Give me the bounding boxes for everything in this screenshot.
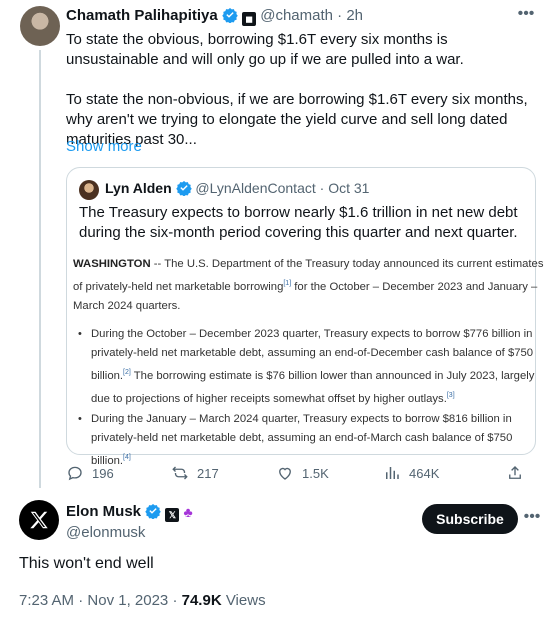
doc-intro-line-2: of privately-held net marketable borrowi…	[73, 280, 284, 293]
grok-icon: ♣	[183, 504, 193, 520]
avatar-chamath[interactable]	[20, 6, 60, 46]
views-button[interactable]: 464K	[383, 464, 439, 482]
thread-connector-line	[39, 50, 41, 488]
tweet2-meta: 7:23 AM · Nov 1, 2023 · 74.9K Views	[19, 592, 266, 609]
bullet-1-line-2: privately-held net marketable debt, assu…	[91, 346, 534, 359]
views-label: Views	[225, 592, 266, 609]
reply-button[interactable]: 196	[66, 464, 114, 482]
quote-text: The Treasury expects to borrow nearly $1…	[79, 204, 518, 241]
press-release-image: WASHINGTON -- The U.S. Department of the…	[73, 255, 543, 471]
tweet-body: To state the obvious, borrowing $1.6T ev…	[66, 30, 532, 150]
footnote-ref-3: [3]	[446, 391, 455, 399]
repost-count: 217	[197, 465, 219, 481]
doc-bullet-2: • During the January – March 2024 quarte…	[73, 410, 531, 471]
tweet-paragraph-1: To state the obvious, borrowing $1.6T ev…	[66, 31, 464, 68]
footnote-ref-4: [4]	[123, 454, 131, 462]
bullet-1-line-3a: billion.	[91, 369, 124, 382]
bullet-marker: •	[78, 327, 82, 340]
quote-author-handle: @LynAldenContact	[195, 180, 316, 196]
doc-intro-line-2-end: for the October – December 2023 and Janu…	[291, 280, 538, 293]
share-button[interactable]	[506, 464, 524, 482]
like-button[interactable]: 1.5K	[276, 464, 329, 482]
footnote-ref-1: [1]	[283, 280, 292, 287]
avatar-lyn-alden	[79, 180, 99, 200]
tweet-date[interactable]: Nov 1, 2023	[87, 592, 168, 609]
avatar-elon-musk[interactable]	[19, 500, 59, 540]
verified-badge-icon	[222, 8, 238, 23]
bullet-1-line-4: due to projections of higher receipts so…	[91, 392, 447, 405]
bullet-2-line-1: During the January – March 2024 quarter,…	[91, 413, 512, 426]
bullet-marker: •	[78, 413, 82, 426]
tweet2-text: This won't end well	[19, 555, 154, 572]
show-more-link[interactable]: Show more	[66, 138, 142, 155]
bullet-2-line-2: privately-held net marketable debt, assu…	[91, 432, 513, 445]
more-icon[interactable]: •••	[520, 508, 544, 528]
quoted-tweet-card[interactable]: Lyn Alden @LynAldenContact · Oct 31 The …	[66, 167, 543, 467]
author-name[interactable]: Elon Musk	[66, 503, 141, 520]
footnote-ref-2: [2]	[123, 368, 131, 376]
affiliate-badge-icon[interactable]: ◼	[242, 12, 257, 26]
share-icon	[509, 466, 521, 479]
quote-header-separator: ·	[319, 180, 325, 196]
repost-button[interactable]: 217	[171, 464, 219, 482]
author-name[interactable]: Chamath Palihapitiya	[66, 7, 218, 24]
tweet-time[interactable]: 2h	[346, 7, 363, 24]
views-count: 74.9K	[181, 592, 222, 609]
reply-icon	[68, 466, 82, 481]
x-logo-icon	[30, 511, 48, 529]
more-icon[interactable]: •••	[514, 5, 538, 25]
quote-author-name: Lyn Alden	[105, 180, 172, 196]
repost-icon	[172, 466, 188, 480]
doc-bullet-1: • During the October – December 2023 qua…	[73, 325, 534, 409]
verified-badge-icon	[175, 181, 192, 196]
like-icon	[279, 467, 291, 480]
author-handle[interactable]: @elonmusk	[66, 524, 145, 541]
bullet-1-line-3b: The borrowing estimate is $76 billion lo…	[130, 369, 535, 382]
verified-badge-icon	[145, 504, 161, 519]
reply-count: 196	[92, 465, 114, 481]
subscribe-button[interactable]: Subscribe	[422, 504, 518, 534]
meta-separator: ·	[172, 592, 178, 609]
like-count: 1.5K	[302, 465, 329, 481]
tweet-time[interactable]: 7:23 AM	[19, 592, 74, 609]
doc-lead: WASHINGTON	[73, 258, 151, 270]
bullet-1-line-1: During the October – December 2023 quart…	[91, 327, 533, 340]
doc-intro-line-3: March 2024 quarters.	[73, 299, 181, 312]
author-handle[interactable]: @chamath	[260, 7, 333, 24]
quote-header: Lyn Alden @LynAldenContact · Oct 31	[105, 180, 369, 196]
meta-separator: ·	[78, 592, 84, 609]
views-count: 464K	[409, 465, 440, 481]
doc-intro-line-1: -- The U.S. Department of the Treasury t…	[150, 258, 544, 270]
tweet-header: Chamath Palihapitiya ◼ @chamath · 2h	[66, 7, 363, 26]
quote-date: Oct 31	[328, 180, 370, 196]
views-icon	[386, 467, 399, 479]
header-separator: ·	[337, 7, 343, 24]
affiliate-badge-icon[interactable]: 𝕏	[165, 508, 180, 522]
tweet2-header: Elon Musk 𝕏 ♣	[66, 503, 193, 522]
